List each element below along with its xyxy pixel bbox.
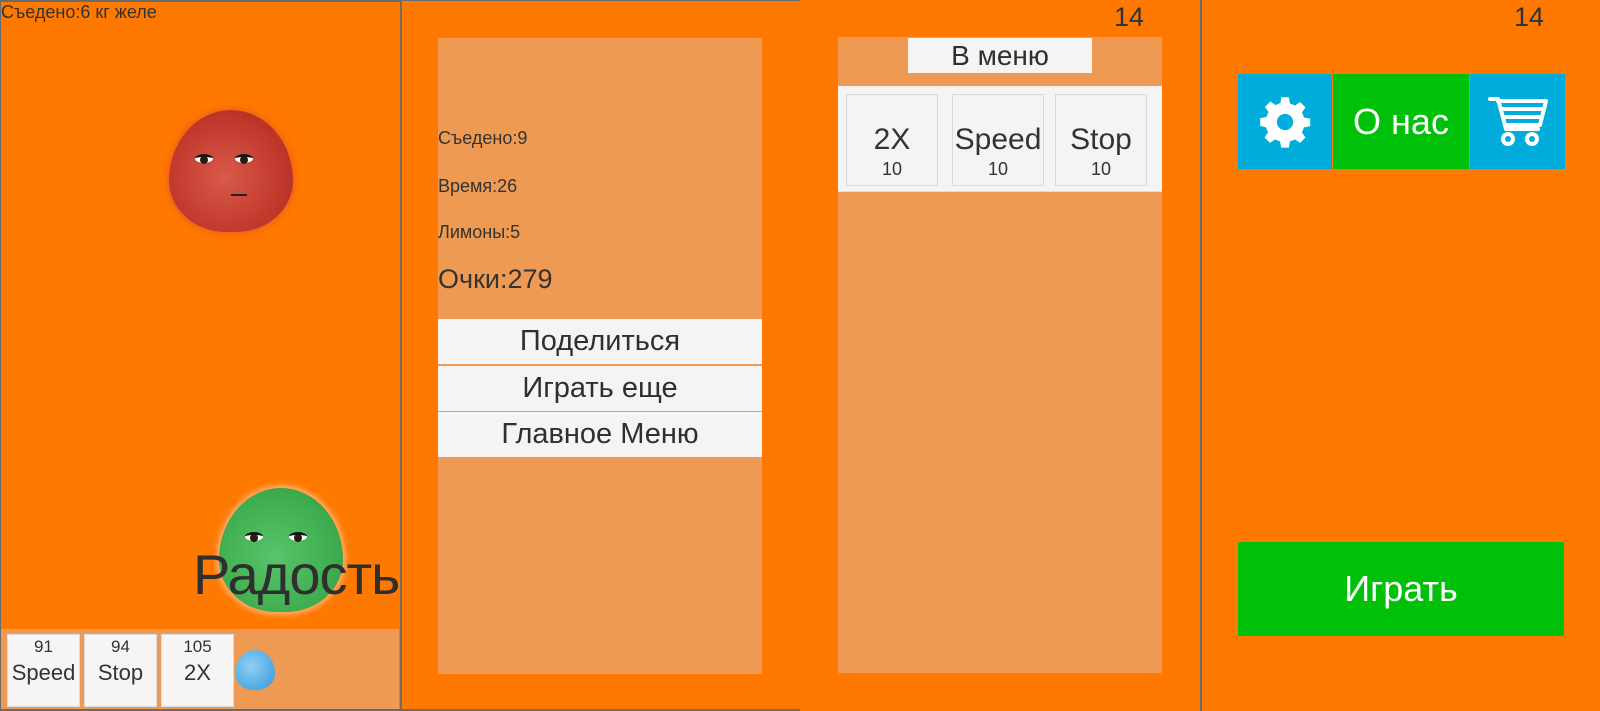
shop-item-name: Speed bbox=[954, 123, 1042, 156]
back-to-menu-button[interactable]: В меню bbox=[908, 38, 1092, 73]
red-jelly[interactable] bbox=[169, 110, 293, 232]
eye-icon bbox=[235, 154, 253, 164]
results-screen: Съедено:9 Время:26 Лимоны:5 Очки:279 Под… bbox=[400, 0, 800, 711]
shopping-cart-icon bbox=[1487, 96, 1548, 146]
shop-panel: В меню 2X 10 Speed 10 Stop 10 bbox=[838, 37, 1162, 673]
shop-button[interactable] bbox=[1470, 74, 1565, 169]
gear-icon bbox=[1260, 96, 1311, 148]
emotion-label: Радость bbox=[193, 543, 400, 606]
eye-icon bbox=[289, 532, 307, 542]
bonus-count: 91 bbox=[34, 637, 53, 656]
bonus-stop-button[interactable]: 94 Stop bbox=[84, 634, 157, 707]
play-button[interactable]: Играть bbox=[1238, 542, 1564, 636]
lemons-stat: Лимоны:5 bbox=[438, 222, 521, 242]
bonus-count: 94 bbox=[111, 637, 130, 656]
mouth-icon bbox=[231, 194, 247, 196]
time-stat: Время:26 bbox=[438, 176, 518, 196]
shop-item-name: 2X bbox=[873, 123, 911, 156]
share-button[interactable]: Поделиться bbox=[438, 319, 762, 364]
bonus-speed-button[interactable]: 91 Speed bbox=[7, 634, 80, 707]
shop-item-price: 10 bbox=[881, 159, 903, 179]
about-us-button[interactable]: О нас bbox=[1333, 74, 1469, 169]
play-again-button[interactable]: Играть еще bbox=[438, 366, 762, 411]
bonus-name: Stop bbox=[97, 660, 144, 685]
game-screen: Съедено:6 кг желе Радость 91 Speed 94 St… bbox=[0, 0, 400, 711]
shop-item-name: Stop bbox=[1070, 123, 1132, 156]
shop-screen: 14 В меню 2X 10 Speed 10 Stop 10 bbox=[800, 0, 1200, 711]
eye-icon bbox=[195, 154, 213, 164]
eye-icon bbox=[245, 532, 263, 542]
shop-item-speed[interactable]: Speed 10 bbox=[952, 94, 1044, 186]
bonus-2x-button[interactable]: 105 2X bbox=[161, 634, 234, 707]
bonus-name: 2X bbox=[184, 660, 211, 685]
coin-counter: 14 bbox=[1513, 2, 1544, 32]
main-menu-button[interactable]: Главное Меню bbox=[438, 412, 762, 457]
shop-item-stop[interactable]: Stop 10 bbox=[1055, 94, 1147, 186]
main-menu-screen: 14 О нас Играть bbox=[1200, 0, 1600, 711]
shop-item-price: 10 bbox=[987, 159, 1009, 179]
results-panel: Съедено:9 Время:26 Лимоны:5 Очки:279 Под… bbox=[438, 38, 762, 674]
score-stat: Очки:279 bbox=[438, 264, 553, 294]
shop-item-2x[interactable]: 2X 10 bbox=[846, 94, 938, 186]
shop-items-strip: 2X 10 Speed 10 Stop 10 bbox=[838, 86, 1162, 192]
blue-jelly[interactable] bbox=[235, 650, 275, 690]
shop-item-price: 10 bbox=[1090, 159, 1112, 179]
eaten-counter: Съедено:6 кг желе bbox=[1, 2, 157, 22]
eaten-stat: Съедено:9 bbox=[438, 128, 528, 148]
settings-button[interactable] bbox=[1238, 74, 1332, 169]
bonus-count: 105 bbox=[183, 637, 212, 656]
coin-counter: 14 bbox=[1113, 2, 1144, 32]
bonus-bar: 91 Speed 94 Stop 105 2X bbox=[1, 629, 399, 709]
bonus-name: Speed bbox=[11, 660, 76, 685]
